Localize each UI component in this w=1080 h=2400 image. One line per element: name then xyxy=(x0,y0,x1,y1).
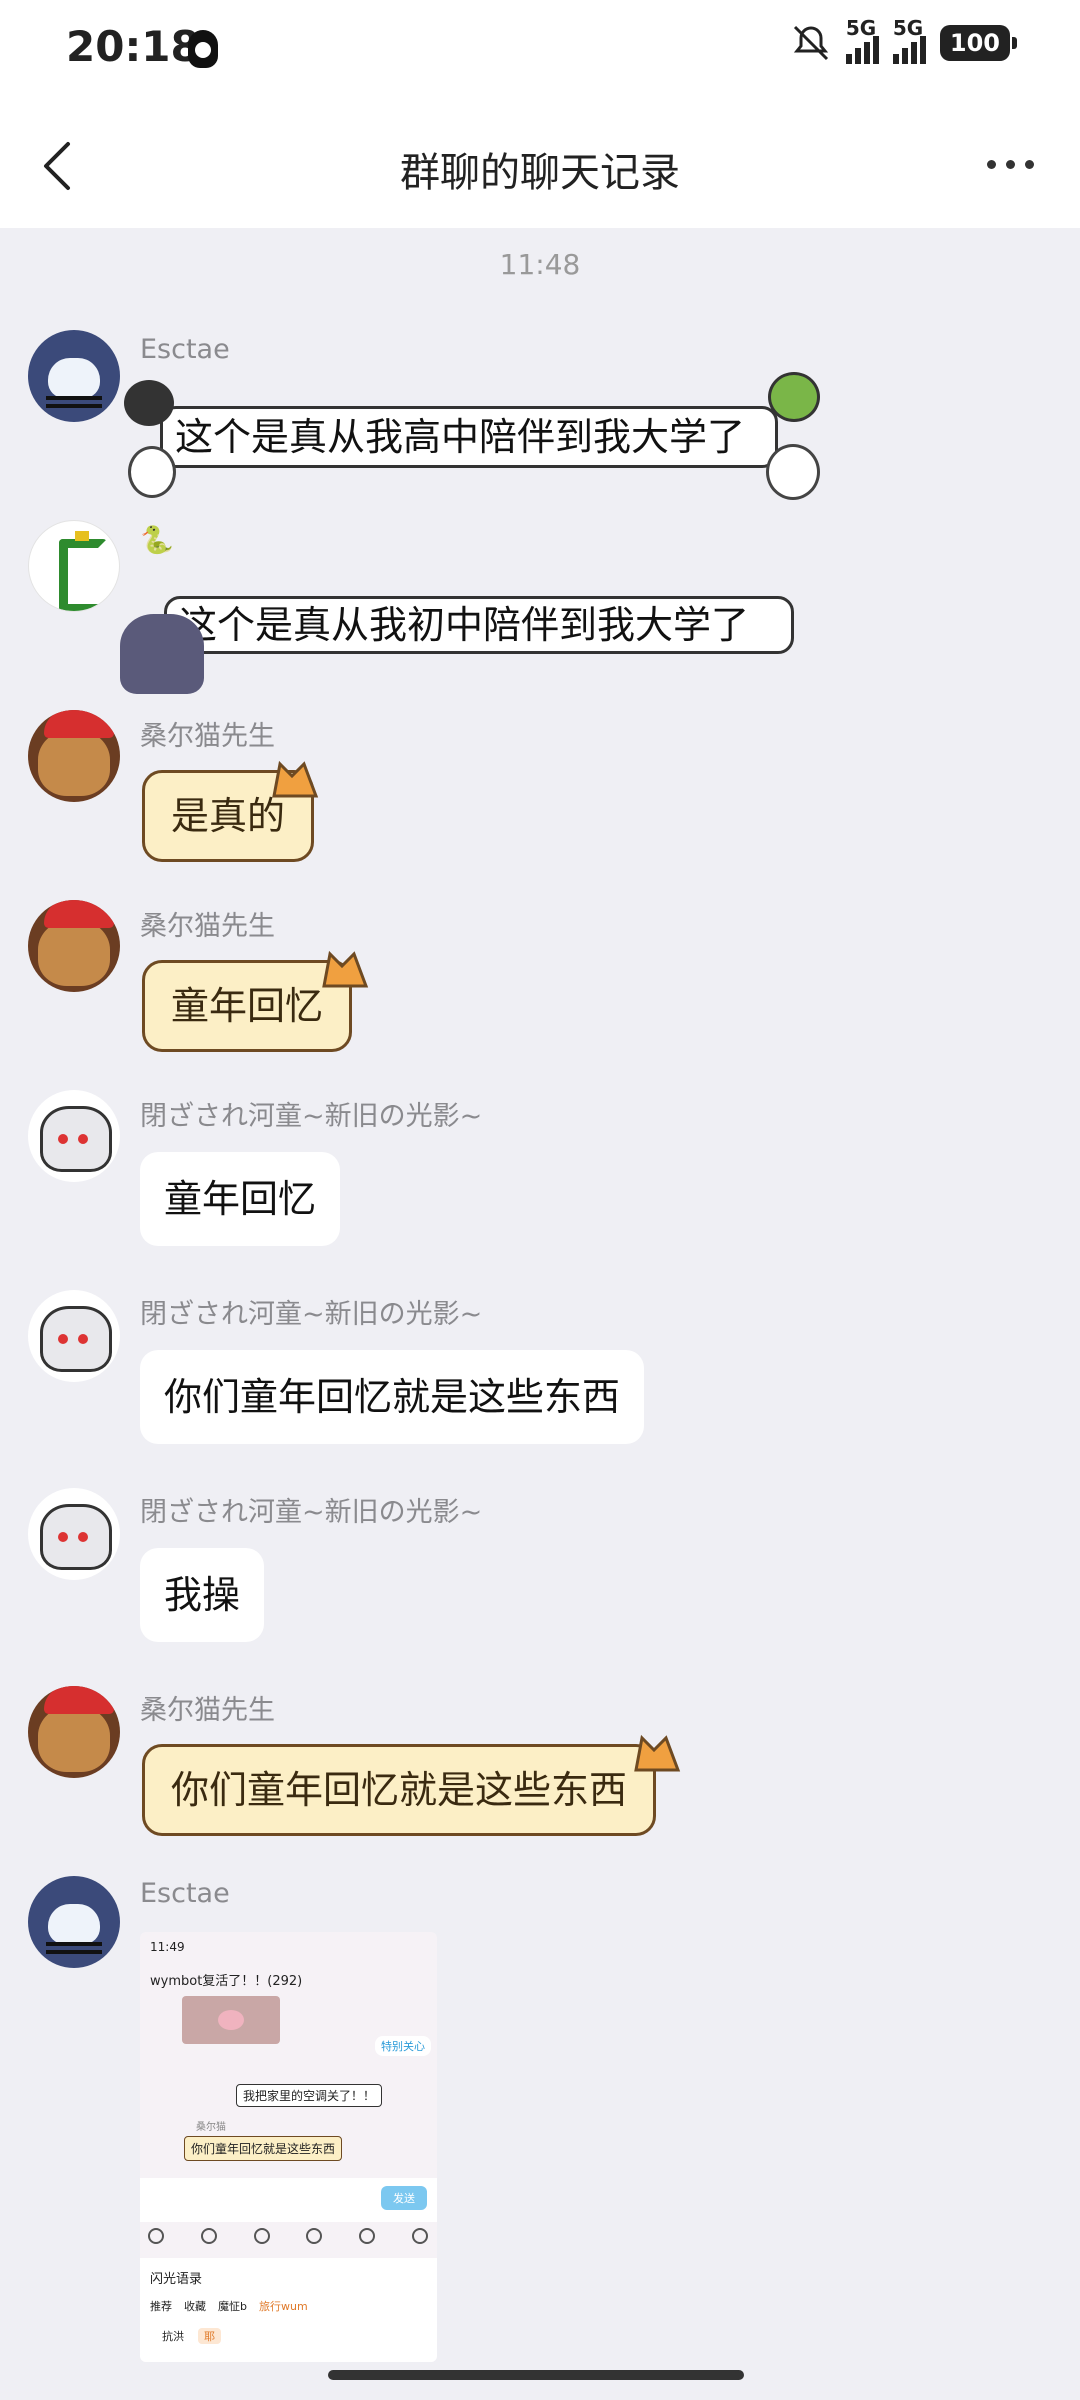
shot-status-time: 11:49 xyxy=(150,1940,185,1954)
shot-follow-badge: 特别关心 xyxy=(375,2036,431,2056)
shot-panel-title: 闪光语录 xyxy=(150,2272,203,2287)
message-bubble[interactable]: 我操 xyxy=(140,1548,265,1642)
signal-icon-2: 5G xyxy=(892,16,926,64)
shot-tab: 推荐 xyxy=(150,2300,172,2313)
sender-name: 桑尔猫先生 xyxy=(140,721,275,752)
cat-ear-icon xyxy=(632,1732,684,1772)
mute-icon xyxy=(790,22,832,64)
message-bubble[interactable]: 你们童年回忆就是这些东西 xyxy=(140,1350,645,1444)
sender-name: 桑尔猫先生 xyxy=(140,1695,275,1726)
chat-timestamp: 11:48 xyxy=(499,248,581,281)
message-bubble[interactable]: 这个是真从我初中陪伴到我大学了 xyxy=(164,596,794,654)
shot-photo xyxy=(182,1996,280,2044)
network-type-2: 5G xyxy=(892,16,924,40)
status-time: 20:18 xyxy=(66,22,200,71)
shot-sender-2: 桑尔猫 xyxy=(196,2122,226,2133)
bubble-deco-chick xyxy=(766,444,820,500)
avatar[interactable] xyxy=(28,1090,120,1182)
shot-toolbar-icons xyxy=(148,2228,428,2252)
page-title: 群聊的聊天记录 xyxy=(400,150,680,196)
cat-ear-icon xyxy=(270,758,322,798)
shot-row: 抗洪 耶 xyxy=(162,2328,221,2344)
message-bubble[interactable]: 你们童年回忆就是这些东西 xyxy=(142,1744,657,1836)
message-bubble[interactable]: 这个是真从我高中陪伴到我大学了 xyxy=(160,406,778,468)
shot-send-button: 发送 xyxy=(381,2186,427,2210)
sender-name: 桑尔猫先生 xyxy=(140,911,275,942)
nav-bar: 群聊的聊天记录 xyxy=(0,100,1080,228)
shot-message-1: 我把家里的空调关了！！ xyxy=(236,2084,383,2107)
sender-name: 閉ざされ河童~新旧の光影~ xyxy=(140,1299,483,1330)
status-icons: 5G 5G 100 xyxy=(790,16,1018,64)
shot-tabs: 推荐 收藏 魔怔b 旅行wum xyxy=(150,2298,308,2314)
shot-tab: 魔怔b xyxy=(218,2300,247,2313)
image-message[interactable]: 11:49 wymbot复活了！！(292) 特别关心 我把家里的空调关了！！ … xyxy=(140,1932,437,2362)
status-bar: 20:18 5G 5G 100 xyxy=(0,0,1080,100)
bubble-deco-parrot xyxy=(768,372,820,422)
shot-tab: 收藏 xyxy=(184,2300,206,2313)
bubble-deco-bird xyxy=(128,446,176,498)
avatar[interactable] xyxy=(28,520,120,612)
shot-chat-title: wymbot复活了！！(292) xyxy=(150,1974,303,1989)
avatar[interactable] xyxy=(28,330,120,422)
shot-row-tag: 耶 xyxy=(198,2328,221,2344)
sender-name: 閉ざされ河童~新旧の光影~ xyxy=(140,1101,483,1132)
network-type-1: 5G xyxy=(845,16,877,40)
avatar[interactable] xyxy=(28,1876,120,1968)
avatar[interactable] xyxy=(28,710,120,802)
sender-name: Esctae xyxy=(140,1878,230,1909)
shot-row-item: 抗洪 xyxy=(162,2330,184,2343)
avatar[interactable] xyxy=(28,900,120,992)
shot-tab-active: 旅行wum xyxy=(258,2300,308,2313)
shot-message-2: 你们童年回忆就是这些东西 xyxy=(184,2136,343,2161)
avatar[interactable] xyxy=(28,1686,120,1778)
qq-penguin-icon xyxy=(188,30,218,68)
avatar[interactable] xyxy=(28,1290,120,1382)
sender-name: 🐍 xyxy=(140,525,174,556)
cat-ear-icon xyxy=(320,948,372,988)
bubble-deco-crow xyxy=(124,380,174,426)
avatar[interactable] xyxy=(28,1488,120,1580)
battery-indicator: 100 xyxy=(939,25,1018,61)
home-indicator[interactable] xyxy=(328,2370,744,2380)
message-bubble[interactable]: 童年回忆 xyxy=(140,1152,341,1246)
sender-name: Esctae xyxy=(140,334,230,365)
sender-name: 閉ざされ河童~新旧の光影~ xyxy=(140,1497,483,1528)
signal-icon: 5G xyxy=(845,16,879,64)
more-options-icon[interactable] xyxy=(980,152,1040,176)
bubble-deco-character xyxy=(120,614,204,694)
